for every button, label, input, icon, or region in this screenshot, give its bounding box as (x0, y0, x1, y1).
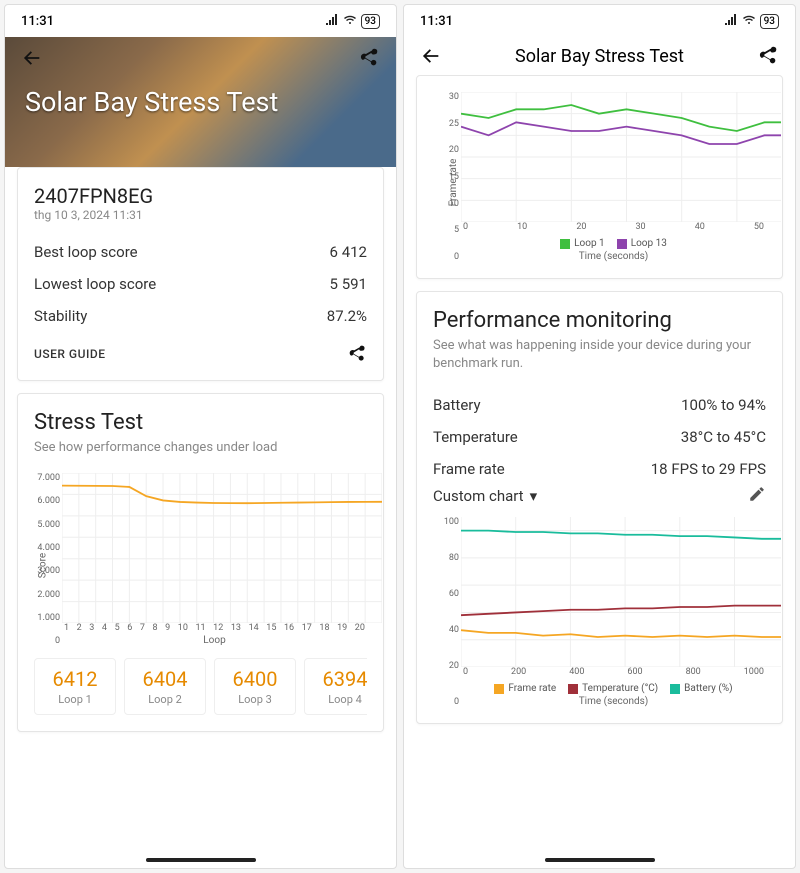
home-indicator[interactable] (146, 858, 256, 862)
status-right: 93 (724, 13, 779, 29)
chevron-down-icon: ▾ (530, 487, 538, 505)
loop-tile[interactable]: 6404 Loop 2 (124, 658, 206, 715)
wifi-icon (742, 13, 756, 29)
home-indicator[interactable] (545, 858, 655, 862)
loop-tiles[interactable]: 6412 Loop 1 6404 Loop 2 6400 Loop 3 6394… (34, 658, 367, 715)
fps-chart: Frame rate 302520151050 01020304050 Loop… (461, 92, 766, 262)
user-guide-link[interactable]: USER GUIDE (34, 347, 105, 361)
status-time: 11:31 (420, 14, 453, 29)
stat-lowest-loop: Lowest loop score 5 591 (34, 268, 367, 300)
hero-banner: Solar Bay Stress Test (5, 37, 396, 167)
battery-icon: 93 (361, 14, 380, 29)
fps-legend: Loop 1 Loop 13 (461, 238, 766, 249)
status-time: 11:31 (21, 14, 54, 29)
edit-chart-button[interactable] (748, 485, 766, 507)
phone-left: 11:31 93 Solar Bay Stress Test 2407FPN8E… (4, 4, 397, 869)
status-bar: 11:31 93 (404, 5, 795, 37)
back-button[interactable] (21, 47, 43, 69)
share-button[interactable] (358, 47, 380, 69)
wifi-icon (343, 13, 357, 29)
perf-battery: Battery 100% to 94% (433, 389, 766, 421)
share-result-button[interactable] (347, 344, 367, 364)
run-timestamp: thg 10 3, 2024 11:31 (34, 208, 367, 222)
chart-select-dropdown[interactable]: Custom chart ▾ (433, 487, 537, 505)
stress-sub: See how performance changes under load (34, 439, 367, 457)
phone-right: 11:31 93 Solar Bay Stress Test Frame rat… (403, 4, 796, 869)
status-bar: 11:31 93 (5, 5, 396, 37)
signal-icon (325, 13, 339, 29)
stress-chart: Score 7.0006.0005.0004.0003.0002.0001.00… (62, 473, 367, 646)
perf-title: Performance monitoring (433, 308, 766, 333)
summary-card: 2407FPN8EG thg 10 3, 2024 11:31 Best loo… (17, 167, 384, 381)
header-title: Solar Bay Stress Test (454, 46, 745, 67)
device-id: 2407FPN8EG (34, 184, 367, 208)
stat-best-loop: Best loop score 6 412 (34, 236, 367, 268)
performance-card: Performance monitoring See what was happ… (416, 291, 783, 724)
stress-card: Stress Test See how performance changes … (17, 393, 384, 732)
perf-legend: Frame rate Temperature (°C) Battery (%) (461, 683, 766, 694)
share-button[interactable] (757, 45, 779, 67)
loop-tile[interactable]: 6394 Loop 4 (304, 658, 367, 715)
status-right: 93 (325, 13, 380, 29)
loop-tile[interactable]: 6400 Loop 3 (214, 658, 296, 715)
custom-chart: 100806040200 02004006008001000 Frame rat… (461, 517, 766, 707)
back-button[interactable] (420, 45, 442, 67)
stress-title: Stress Test (34, 410, 367, 435)
perf-temperature: Temperature 38°C to 45°C (433, 421, 766, 453)
perf-sub: See what was happening inside your devic… (433, 337, 766, 373)
battery-icon: 93 (760, 14, 779, 29)
page-title: Solar Bay Stress Test (25, 86, 278, 118)
header: Solar Bay Stress Test (404, 37, 795, 75)
loop-tile[interactable]: 6412 Loop 1 (34, 658, 116, 715)
perf-frame-rate: Frame rate 18 FPS to 29 FPS (433, 453, 766, 485)
fps-compare-card: Frame rate 302520151050 01020304050 Loop… (416, 75, 783, 279)
signal-icon (724, 13, 738, 29)
stat-stability: Stability 87.2% (34, 300, 367, 332)
